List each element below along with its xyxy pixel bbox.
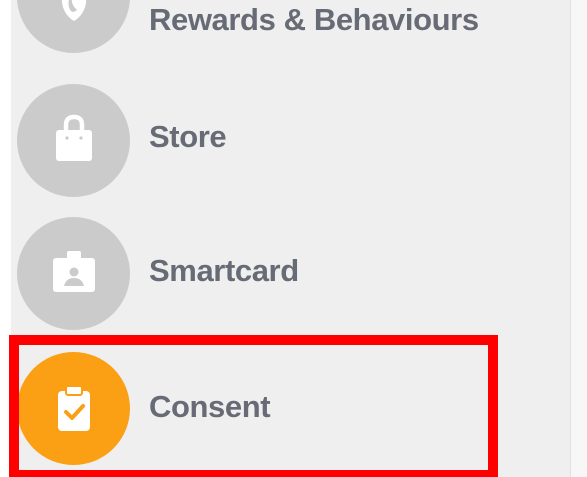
sidebar-item-label: Consent [149,389,271,424]
sidebar-item-label: Smartcard [149,253,299,288]
store-icon-circle [17,84,130,197]
id-badge-icon [53,251,95,292]
sidebar-item-label: Store [149,119,227,154]
sidebar-item-consent[interactable]: Consent [11,350,570,465]
sidebar-item-store[interactable]: Store [11,84,570,197]
consent-icon-circle [17,352,130,465]
sidebar-item-smartcard[interactable]: Smartcard [11,217,570,330]
shopping-bag-icon [56,114,92,161]
smartcard-icon-circle [17,217,130,330]
sidebar-item-rewards-behaviours[interactable]: Rewards & Behaviours [11,0,570,65]
rewards-icon [61,0,87,21]
rewards-icon-circle [17,0,130,53]
content-edge [570,0,587,477]
sidebar-item-label: Rewards & Behaviours [149,2,479,37]
screen: Rewards & Behaviours Store Smartcard Con… [0,0,587,477]
clipboard-check-icon [58,385,90,431]
